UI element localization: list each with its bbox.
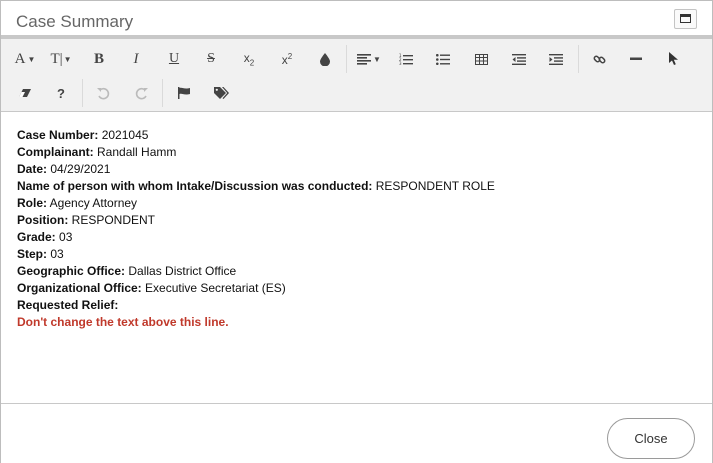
field-intake-person: Name of person with whom Intake/Discussi… <box>17 179 495 193</box>
dialog-footer: Close <box>1 403 712 463</box>
cursor-pointer-icon[interactable] <box>659 45 689 73</box>
warning-text: Don't change the text above this line. <box>17 315 229 329</box>
field-position: Position: RESPONDENT <box>17 213 156 227</box>
table-icon[interactable] <box>466 45 496 73</box>
italic-icon[interactable]: I <box>121 45 151 73</box>
droplet-icon[interactable] <box>310 45 340 73</box>
font-family-icon[interactable]: A ▼ <box>10 45 40 73</box>
flag-icon[interactable] <box>169 79 199 107</box>
outdent-icon[interactable] <box>504 45 534 73</box>
field-requested-relief: Requested Relief: <box>17 298 119 312</box>
underline-icon[interactable]: U <box>159 45 189 73</box>
ordered-list-icon[interactable]: 123 <box>391 45 421 73</box>
window-maximize-icon[interactable] <box>674 9 697 29</box>
field-complainant: Complainant: Randall Hamm <box>17 145 177 159</box>
editor-toolbar: A ▼ T| ▼ B I U S x2 x2 ▼ 123 ? <box>1 39 712 112</box>
indent-icon[interactable] <box>541 45 571 73</box>
horizontal-rule-icon[interactable] <box>621 45 651 73</box>
dialog-header: Case Summary <box>1 1 712 39</box>
font-size-icon[interactable]: T| ▼ <box>46 45 76 73</box>
tags-icon[interactable] <box>206 79 236 107</box>
subscript-icon[interactable]: x2 <box>234 45 264 73</box>
field-step: Step: 03 <box>17 247 64 261</box>
superscript-icon[interactable]: x2 <box>272 45 302 73</box>
close-button[interactable]: Close <box>607 418 695 459</box>
unordered-list-icon[interactable] <box>428 45 458 73</box>
field-case-number: Case Number: 2021045 <box>17 128 149 142</box>
redo-icon[interactable] <box>126 79 156 107</box>
svg-text:3: 3 <box>399 61 402 65</box>
help-icon[interactable]: ? <box>46 79 76 107</box>
field-grade: Grade: 03 <box>17 230 73 244</box>
editor-content[interactable]: Case Number: 2021045 Complainant: Randal… <box>17 127 697 331</box>
field-date: Date: 04/29/2021 <box>17 162 111 176</box>
align-left-icon[interactable]: ▼ <box>353 45 385 73</box>
dialog-title: Case Summary <box>16 12 134 31</box>
eraser-icon[interactable] <box>10 79 40 107</box>
field-geographic-office: Geographic Office: Dallas District Offic… <box>17 264 237 278</box>
undo-icon[interactable] <box>88 79 118 107</box>
case-summary-dialog: Case Summary A ▼ T| ▼ B I U S x2 x2 ▼ 1 … <box>0 0 713 463</box>
bold-icon[interactable]: B <box>84 45 114 73</box>
link-icon[interactable] <box>584 45 614 73</box>
field-role: Role: Agency Attorney <box>17 196 138 210</box>
strikethrough-icon[interactable]: S <box>196 45 226 73</box>
field-organizational-office: Organizational Office: Executive Secreta… <box>17 281 286 295</box>
